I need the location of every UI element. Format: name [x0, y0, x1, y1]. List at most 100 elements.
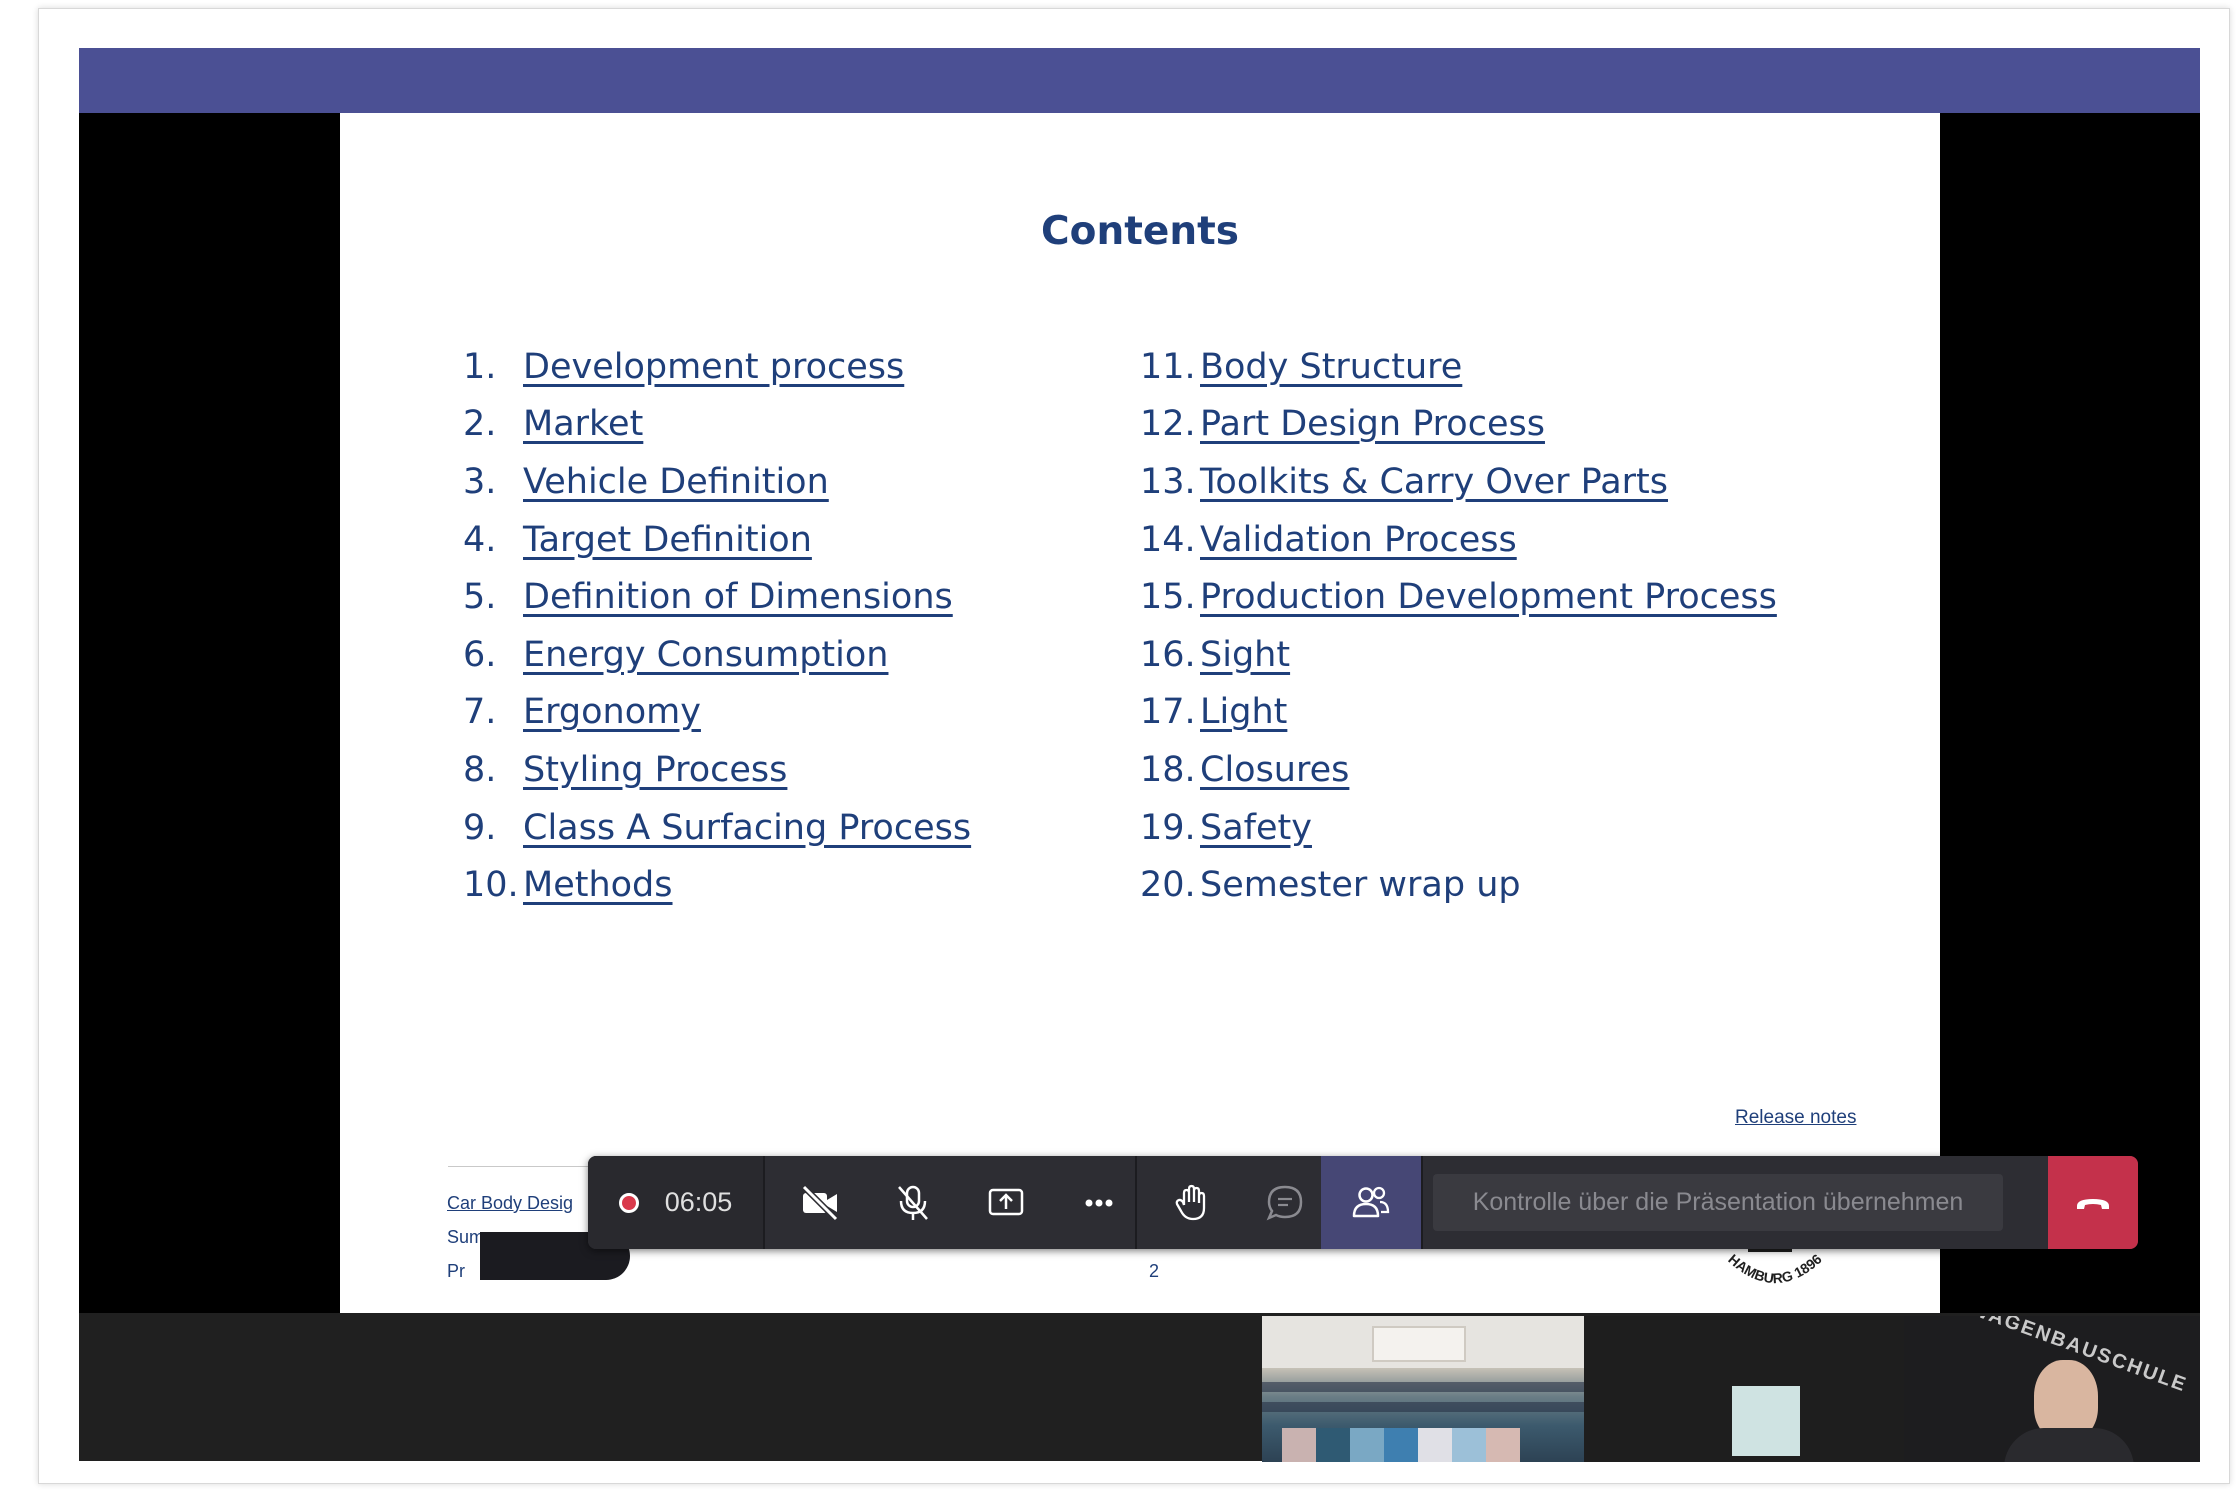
contents-item-link[interactable]: Ergonomy	[523, 692, 701, 732]
contents-item-link[interactable]: Definition of Dimensions	[523, 577, 953, 617]
contents-item: 20. Semester wrap up	[1140, 856, 1777, 914]
more-options-button[interactable]	[1052, 1156, 1145, 1249]
contents-item-link[interactable]: Toolkits & Carry Over Parts	[1200, 462, 1668, 502]
contents-item-number: 19.	[1140, 807, 1196, 848]
raise-hand-icon	[1175, 1184, 1205, 1220]
contents-item: 9. Class A Surfacing Process	[463, 799, 971, 857]
chat-button[interactable]	[1238, 1156, 1331, 1249]
meeting-title-bar	[79, 48, 2200, 113]
contents-item-number: 13.	[1140, 461, 1196, 502]
contents-item-link[interactable]: Market	[523, 404, 643, 444]
contents-item-link[interactable]: Target Definition	[523, 520, 812, 560]
toolbar-separator	[763, 1156, 765, 1249]
participant-video-speaker[interactable]: WAGENBAUSCHULE	[1904, 1316, 2200, 1462]
meeting-controls-toolbar: 06:05 Kontrolle über die Präsentation üb…	[588, 1156, 2138, 1249]
share-screen-icon	[988, 1188, 1023, 1215]
footer-text-line3: Pr	[447, 1261, 465, 1281]
shared-slide: Contents 1. Development process 2. Market 3.…	[340, 113, 1940, 1313]
contents-column-right: 11. Body Structure 12. Part Design Process 1…	[1140, 338, 1777, 914]
audience-row	[1262, 1382, 1584, 1392]
audience-row	[1262, 1402, 1584, 1412]
contents-item-number: 1.	[463, 346, 497, 387]
blurred-pixel-block	[1316, 1428, 1350, 1462]
hang-up-icon	[2077, 1198, 2109, 1209]
mic-toggle-button[interactable]	[866, 1156, 959, 1249]
contents-item-number: 3.	[463, 461, 497, 502]
contents-item-label: Semester wrap up	[1200, 865, 1521, 906]
contents-item-number: 17.	[1140, 692, 1196, 733]
contents-item-number: 10.	[463, 865, 519, 906]
participants-button[interactable]	[1321, 1156, 1421, 1249]
recording-time: 06:05	[664, 1187, 733, 1217]
contents-item: 10. Methods	[463, 856, 971, 914]
contents-item-link[interactable]: Body Structure	[1200, 347, 1462, 387]
contents-item-link[interactable]: Production Development Process	[1200, 577, 1777, 617]
contents-item-link[interactable]: Sight	[1200, 635, 1290, 675]
raise-hand-button[interactable]	[1145, 1156, 1238, 1249]
contents-item-link[interactable]: Styling Process	[523, 750, 787, 790]
toolbar-separator	[1421, 1156, 1423, 1249]
more-icon	[1085, 1199, 1112, 1206]
contents-item-number: 8.	[463, 749, 497, 790]
contents-item-number: 16.	[1140, 634, 1196, 675]
speaker-body	[2004, 1428, 2134, 1462]
contents-item-link[interactable]: Methods	[523, 865, 673, 905]
contents-item-number: 5.	[463, 577, 497, 618]
blurred-pixel-block	[1452, 1428, 1486, 1462]
contents-item-number: 15.	[1140, 577, 1196, 618]
mic-off-icon	[897, 1185, 928, 1220]
contents-item-link[interactable]: Development process	[523, 347, 904, 387]
contents-item-link[interactable]: Closures	[1200, 750, 1349, 790]
contents-item: 7. Ergonomy	[463, 684, 971, 742]
blurred-pixel-block	[1282, 1428, 1316, 1462]
contents-item: 4. Target Definition	[463, 511, 971, 569]
contents-item-link[interactable]: Energy Consumption	[523, 635, 888, 675]
contents-item: 5. Definition of Dimensions	[463, 568, 971, 626]
footer-text-line2: Sum	[447, 1227, 485, 1247]
contents-item-number: 11.	[1140, 346, 1196, 387]
contents-item: 2. Market	[463, 396, 971, 454]
participant-video-classroom[interactable]	[1262, 1316, 1584, 1462]
blurred-pixel-block	[1486, 1428, 1520, 1462]
contents-item: 14. Validation Process	[1140, 511, 1777, 569]
contents-item: 16. Sight	[1140, 626, 1777, 684]
contents-item: 18. Closures	[1140, 741, 1777, 799]
contents-item: 6. Energy Consumption	[463, 626, 971, 684]
contents-item-number: 4.	[463, 519, 497, 560]
recording-icon	[618, 1192, 639, 1213]
contents-item: 19. Safety	[1140, 799, 1777, 857]
participant-video-tile[interactable]	[1584, 1316, 1904, 1462]
blurred-pixel-block	[1418, 1428, 1452, 1462]
camera-toggle-button[interactable]	[773, 1156, 866, 1249]
slide-title: Contents	[1041, 209, 1239, 254]
toolbar-separator	[1135, 1156, 1137, 1249]
classroom-board	[1372, 1326, 1466, 1362]
footer-course-link[interactable]: Car Body Desig	[447, 1193, 573, 1214]
svg-text:HAMBURG 1896: HAMBURG 1896	[1725, 1251, 1825, 1287]
chat-icon	[1266, 1185, 1302, 1220]
video-placeholder-block	[1732, 1386, 1800, 1456]
logo-text: HAMBURG 1896	[1725, 1251, 1825, 1287]
contents-item: 8. Styling Process	[463, 741, 971, 799]
hang-up-button[interactable]	[2048, 1156, 2138, 1249]
contents-item-link[interactable]: Class A Surfacing Process	[523, 808, 971, 848]
contents-item-number: 7.	[463, 692, 497, 733]
participants-icon	[1352, 1186, 1390, 1217]
contents-item: 13. Toolkits & Carry Over Parts	[1140, 453, 1777, 511]
contents-item-link[interactable]: Part Design Process	[1200, 404, 1545, 444]
contents-column-left: 1. Development process 2. Market 3. Vehicle D…	[463, 338, 971, 914]
contents-item-number: 20.	[1140, 865, 1196, 906]
contents-item-link[interactable]: Light	[1200, 692, 1287, 732]
contents-item-link[interactable]: Safety	[1200, 808, 1312, 848]
share-screen-button[interactable]	[959, 1156, 1052, 1249]
contents-item: 12. Part Design Process	[1140, 396, 1777, 454]
slide-page-number: 2	[1149, 1261, 1160, 1281]
blurred-pixel-block	[1350, 1428, 1384, 1462]
release-notes-link[interactable]: Release notes	[1735, 1107, 1856, 1129]
contents-item-number: 2.	[463, 404, 497, 445]
contents-item-link[interactable]: Vehicle Definition	[523, 462, 829, 502]
take-control-button[interactable]: Kontrolle über die Präsentation übernehm…	[1433, 1174, 2003, 1231]
blurred-pixel-block	[1384, 1428, 1418, 1462]
contents-item: 17. Light	[1140, 684, 1777, 742]
contents-item-link[interactable]: Validation Process	[1200, 520, 1517, 560]
